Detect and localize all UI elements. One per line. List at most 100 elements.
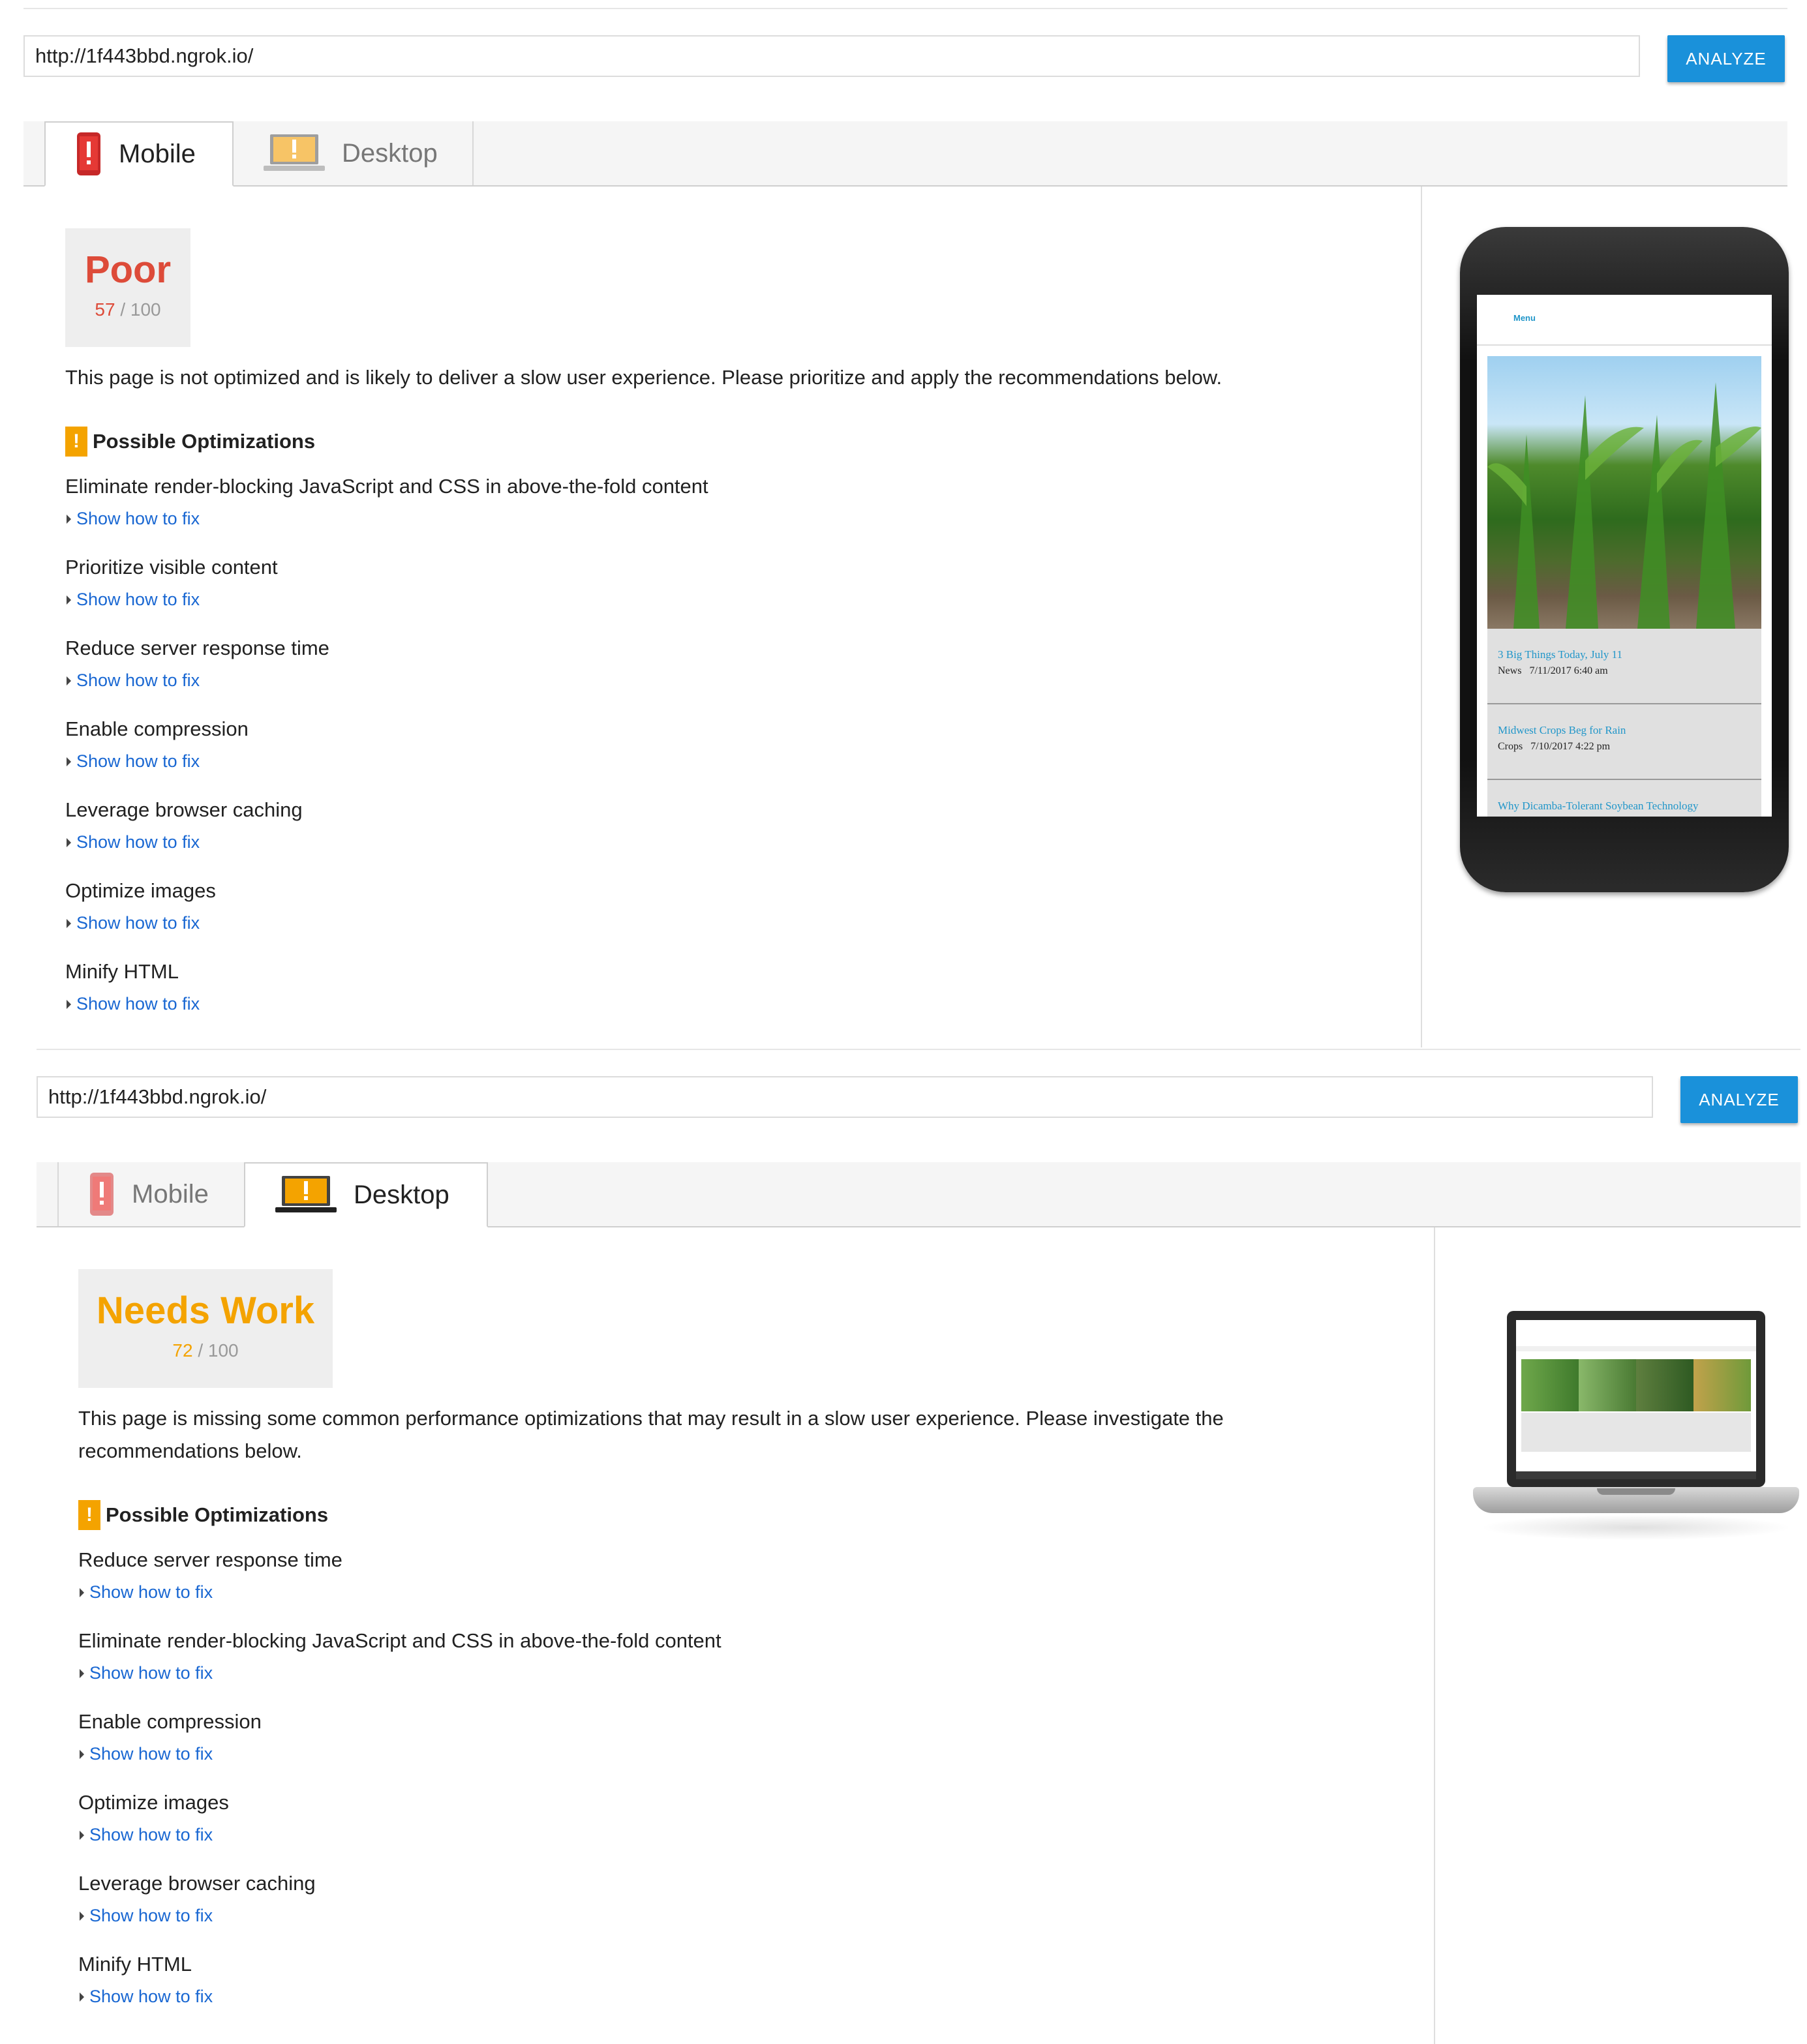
corn-plants-image: [1487, 382, 1761, 629]
desktop-warning-icon: [275, 1176, 337, 1212]
show-how-to-fix-label: Show how to fix: [89, 1582, 213, 1602]
preview-post-3: Why Dicamba-Tolerant Soybean Technology: [1487, 780, 1761, 817]
tab-bar: Mobile Desktop: [23, 121, 1787, 187]
show-how-to-fix-link[interactable]: Show how to fix: [80, 1744, 213, 1764]
tab-mobile[interactable]: Mobile: [44, 121, 234, 187]
optimizations-heading-label: Possible Optimizations: [93, 430, 316, 453]
laptop-post-cards: [1521, 1413, 1751, 1452]
rule-title: Enable compression: [65, 717, 249, 740]
expand-triangle-icon: [80, 1992, 84, 2002]
url-input[interactable]: [23, 35, 1640, 77]
content-divider: [1421, 187, 1422, 1047]
show-how-to-fix-label: Show how to fix: [76, 670, 200, 690]
preview-menu: Menu: [1513, 313, 1536, 323]
expand-triangle-icon: [67, 595, 71, 605]
show-how-to-fix-label: Show how to fix: [76, 590, 200, 609]
expand-triangle-icon: [80, 1911, 84, 1921]
optimizations-heading-label: Possible Optimizations: [106, 1503, 329, 1526]
show-how-to-fix-link[interactable]: Show how to fix: [67, 590, 200, 610]
score-value: 72: [172, 1340, 193, 1360]
tab-desktop[interactable]: Desktop: [234, 121, 474, 185]
desktop-preview: [1473, 1311, 1799, 1585]
summary-line: recommendations below.: [78, 1439, 302, 1462]
preview-post-title: Why Dicamba-Tolerant Soybean Technology: [1498, 800, 1699, 812]
show-how-to-fix-link[interactable]: Show how to fix: [67, 670, 200, 691]
preview-post-meta: News 7/11/2017 6:40 am: [1498, 665, 1608, 676]
mobile-warning-icon: [77, 132, 100, 175]
show-how-to-fix-label: Show how to fix: [89, 1744, 213, 1764]
show-how-to-fix-label: Show how to fix: [76, 994, 200, 1014]
summary-text: This page is not optimized and is likely…: [65, 366, 1222, 389]
expand-triangle-icon: [67, 757, 71, 766]
url-input[interactable]: [37, 1076, 1653, 1118]
analyze-button[interactable]: ANALYZE: [1667, 35, 1785, 82]
preview-post-title: Midwest Crops Beg for Rain: [1498, 724, 1626, 736]
expand-triangle-icon: [80, 1668, 84, 1678]
preview-post-2: Midwest Crops Beg for Rain Crops 7/10/20…: [1487, 704, 1761, 780]
phone-screen: Menu 3 Big Things Today, July 11 News 7/…: [1477, 295, 1772, 817]
expand-triangle-icon: [67, 837, 71, 847]
laptop-taskbar: [1516, 1471, 1756, 1479]
show-how-to-fix-label: Show how to fix: [76, 913, 200, 933]
mobile-warning-icon: [90, 1173, 114, 1216]
preview-header-line: [1477, 344, 1772, 346]
show-how-to-fix-label: Show how to fix: [76, 751, 200, 771]
tab-bar: Mobile Desktop: [37, 1162, 1800, 1227]
expand-triangle-icon: [67, 514, 71, 524]
show-how-to-fix-link[interactable]: Show how to fix: [80, 1663, 213, 1683]
content-divider: [1434, 1227, 1435, 2044]
show-how-to-fix-link[interactable]: Show how to fix: [67, 751, 200, 772]
desktop-warning-icon: [264, 134, 325, 171]
score-label: Poor: [84, 248, 172, 291]
preview-post-title: 3 Big Things Today, July 11: [1498, 648, 1623, 661]
expand-triangle-icon: [80, 1587, 84, 1597]
show-how-to-fix-link[interactable]: Show how to fix: [67, 994, 200, 1014]
analyze-button[interactable]: ANALYZE: [1680, 1076, 1798, 1123]
rule-title: Leverage browser caching: [65, 798, 303, 821]
preview-post-1: 3 Big Things Today, July 11 News 7/11/20…: [1487, 629, 1761, 704]
section-divider: [37, 1049, 1800, 1050]
laptop-shadow: [1480, 1514, 1793, 1541]
laptop-photo-strip: [1521, 1359, 1751, 1411]
tab-desktop-label: Desktop: [354, 1180, 449, 1209]
show-how-to-fix-label: Show how to fix: [89, 1987, 213, 2006]
optimizations-heading: ! Possible Optimizations: [65, 427, 315, 457]
show-how-to-fix-link[interactable]: Show how to fix: [80, 1825, 213, 1845]
tab-mobile-label: Mobile: [132, 1179, 209, 1209]
score-label: Needs Work: [96, 1289, 315, 1332]
show-how-to-fix-label: Show how to fix: [76, 509, 200, 528]
score-card: Needs Work 72 / 100: [78, 1269, 333, 1388]
tab-mobile[interactable]: Mobile: [57, 1162, 247, 1226]
optimizations-heading: ! Possible Optimizations: [78, 1500, 328, 1530]
show-how-to-fix-link[interactable]: Show how to fix: [80, 1582, 213, 1602]
laptop-trackpad-notch: [1597, 1488, 1675, 1495]
summary-line: This page is missing some common perform…: [78, 1407, 1224, 1430]
top-divider: [23, 8, 1787, 9]
score-value: 57: [95, 299, 115, 320]
show-how-to-fix-link[interactable]: Show how to fix: [80, 1987, 213, 2007]
show-how-to-fix-link[interactable]: Show how to fix: [67, 913, 200, 933]
show-how-to-fix-link[interactable]: Show how to fix: [80, 1906, 213, 1926]
rule-title: Eliminate render-blocking JavaScript and…: [78, 1629, 721, 1652]
show-how-to-fix-link[interactable]: Show how to fix: [67, 832, 200, 852]
warning-icon: !: [65, 427, 87, 457]
show-how-to-fix-label: Show how to fix: [89, 1663, 213, 1683]
preview-photo: [1487, 356, 1761, 629]
tab-desktop[interactable]: Desktop: [244, 1162, 488, 1227]
show-how-to-fix-label: Show how to fix: [89, 1906, 213, 1925]
rule-title: Reduce server response time: [78, 1548, 342, 1571]
show-how-to-fix-label: Show how to fix: [89, 1825, 213, 1844]
show-how-to-fix-label: Show how to fix: [76, 832, 200, 852]
rule-title: Optimize images: [78, 1791, 229, 1814]
rule-title: Prioritize visible content: [65, 556, 278, 579]
show-how-to-fix-link[interactable]: Show how to fix: [67, 509, 200, 529]
mobile-preview: Menu 3 Big Things Today, July 11 News 7/…: [1460, 227, 1789, 892]
score-card: Poor 57 / 100: [65, 228, 190, 347]
score-value-row: 72 / 100: [78, 1340, 333, 1361]
laptop-screen: [1516, 1320, 1756, 1479]
expand-triangle-icon: [67, 918, 71, 928]
warning-icon: !: [78, 1500, 100, 1530]
expand-triangle-icon: [80, 1749, 84, 1759]
rule-title: Eliminate render-blocking JavaScript and…: [65, 475, 708, 498]
expand-triangle-icon: [67, 999, 71, 1009]
